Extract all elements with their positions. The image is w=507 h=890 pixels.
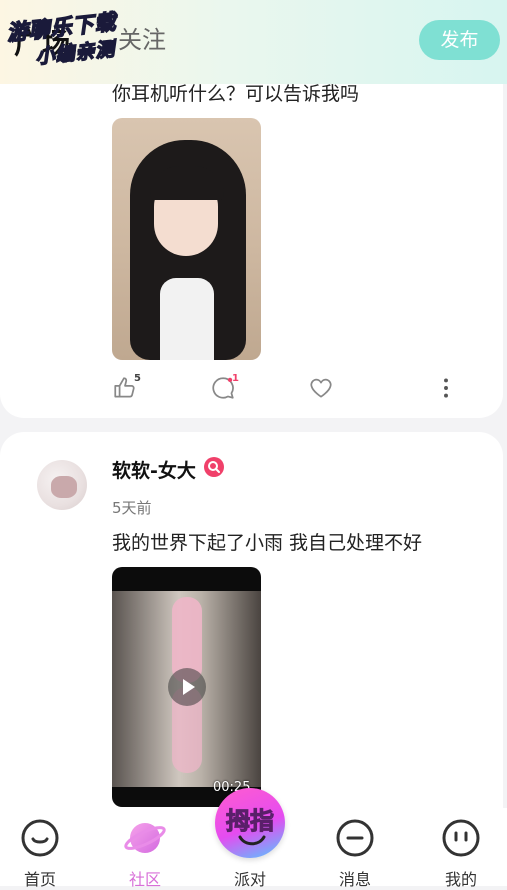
play-button[interactable] <box>168 668 206 706</box>
favorite-button[interactable] <box>308 375 334 405</box>
planet-icon <box>124 823 166 853</box>
post-actions: 5 1 <box>112 373 462 405</box>
like-button[interactable]: 5 <box>112 373 141 405</box>
comment-count: 1 <box>232 373 239 384</box>
nav-messages[interactable]: 消息 <box>315 808 395 889</box>
post-photo[interactable] <box>112 118 261 360</box>
verified-badge <box>204 457 224 477</box>
nav-community[interactable]: 社区 <box>105 808 185 889</box>
like-count: 5 <box>134 373 141 384</box>
top-header: 广场 游聊乐下载 小编亲测 关注 发布 <box>0 0 507 84</box>
face-icon <box>442 819 480 857</box>
nav-label: 派对 <box>233 870 266 889</box>
nav-label: 首页 <box>23 870 56 889</box>
nav-home[interactable]: 首页 <box>0 808 80 889</box>
nav-label: 我的 <box>444 870 477 889</box>
avatar[interactable] <box>37 460 87 510</box>
comment-button[interactable]: 1 <box>210 373 239 405</box>
message-icon <box>336 819 374 857</box>
play-icon <box>183 679 195 695</box>
thumb-smile-icon <box>238 835 266 846</box>
post-text: 我的世界下起了小雨 我自己处理不好 <box>112 532 423 554</box>
nav-mine[interactable]: 我的 <box>421 808 501 889</box>
photo-clothing <box>160 278 214 360</box>
more-vertical-icon <box>444 378 448 398</box>
nav-label: 社区 <box>128 870 161 889</box>
smile-icon <box>21 819 59 857</box>
heart-icon <box>310 378 332 398</box>
avatar-figure <box>51 476 77 498</box>
thumb-button-label: 拇指 <box>226 807 275 836</box>
search-badge-icon <box>208 461 220 473</box>
more-button[interactable] <box>438 375 454 405</box>
post-card[interactable]: 你耳机听什么？可以告诉我吗 5 1 <box>0 60 503 418</box>
nav-label: 消息 <box>338 870 371 889</box>
publish-button[interactable]: 发布 <box>419 20 500 60</box>
post-card[interactable]: 软软-女大 5天前 我的世界下起了小雨 我自己处理不好 <box>0 432 503 832</box>
post-time: 5天前 <box>112 499 152 517</box>
tab-follow[interactable]: 关注 <box>118 20 166 55</box>
thumb-center-button[interactable]: 拇指 <box>215 788 285 858</box>
post-video[interactable] <box>112 567 261 807</box>
username[interactable]: 软软-女大 <box>112 456 196 483</box>
